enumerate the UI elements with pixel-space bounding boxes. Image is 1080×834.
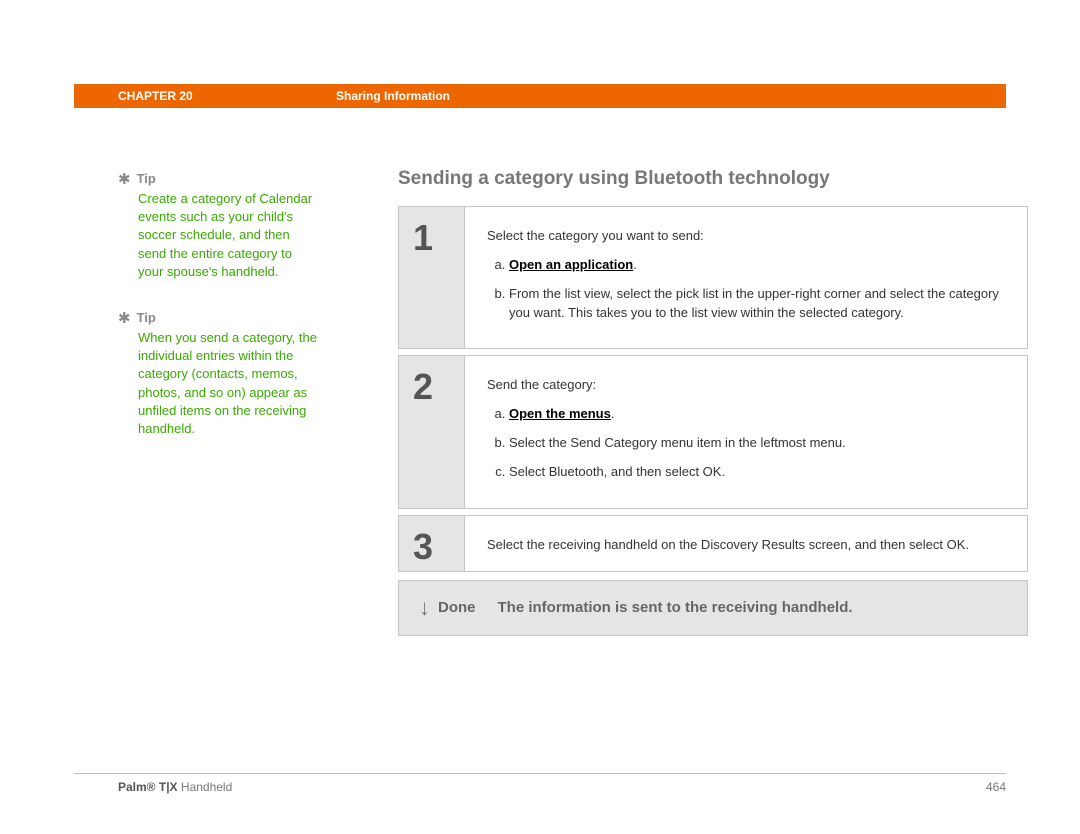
step-3: 3 Select the receiving handheld on the D… (398, 515, 1028, 572)
sub-item-b: Select the Send Category menu item in th… (509, 434, 1005, 453)
section-title: Sending a category using Bluetooth techn… (398, 168, 1028, 190)
step-number: 2 (399, 356, 465, 507)
sidebar: ✱ Tip Create a category of Calendar event… (118, 170, 318, 466)
tip-label: Tip (137, 310, 156, 325)
step-intro: Send the category: (487, 376, 1005, 395)
tip-body: When you send a category, the individual… (138, 329, 318, 438)
tip-2: ✱ Tip When you send a category, the indiv… (118, 309, 318, 438)
chapter-header: CHAPTER 20 Sharing Information (74, 84, 1006, 108)
open-menus-link[interactable]: Open the menus (509, 406, 611, 421)
sub-item-c: Select Bluetooth, and then select OK. (509, 463, 1005, 482)
main-content: Sending a category using Bluetooth techn… (398, 168, 1028, 636)
step-intro: Select the category you want to send: (487, 227, 1005, 246)
asterisk-icon: ✱ (118, 309, 131, 327)
arrow-down-icon: ↓ (419, 595, 430, 621)
open-application-link[interactable]: Open an application (509, 257, 633, 272)
done-label: Done (438, 599, 476, 616)
footer: Palm® T|X Handheld 464 (74, 773, 1006, 794)
step-intro: Select the receiving handheld on the Dis… (487, 536, 1005, 555)
chapter-title: Sharing Information (336, 89, 450, 103)
step-content: Select the receiving handheld on the Dis… (465, 516, 1027, 571)
step-number: 1 (399, 207, 465, 348)
step-2: 2 Send the category: Open the menus. Sel… (398, 355, 1028, 508)
step-number: 3 (399, 516, 465, 571)
step-content: Select the category you want to send: Op… (465, 207, 1027, 348)
tip-label: Tip (137, 171, 156, 186)
sub-item-a: Open an application. (509, 256, 1005, 275)
tip-1: ✱ Tip Create a category of Calendar event… (118, 170, 318, 281)
page-number: 464 (986, 780, 1006, 794)
sub-item-b: From the list view, select the pick list… (509, 285, 1005, 323)
step-content: Send the category: Open the menus. Selec… (465, 356, 1027, 507)
sub-list: Open an application. From the list view,… (487, 256, 1005, 323)
step-1: 1 Select the category you want to send: … (398, 206, 1028, 349)
sub-list: Open the menus. Select the Send Category… (487, 405, 1005, 482)
chapter-number: CHAPTER 20 (118, 89, 308, 103)
asterisk-icon: ✱ (118, 170, 131, 188)
done-box: ↓ Done The information is sent to the re… (398, 580, 1028, 636)
sub-item-a: Open the menus. (509, 405, 1005, 424)
product-name: Palm® T|X Handheld (118, 780, 232, 794)
done-text: The information is sent to the receiving… (498, 599, 853, 616)
tip-body: Create a category of Calendar events suc… (138, 190, 318, 281)
